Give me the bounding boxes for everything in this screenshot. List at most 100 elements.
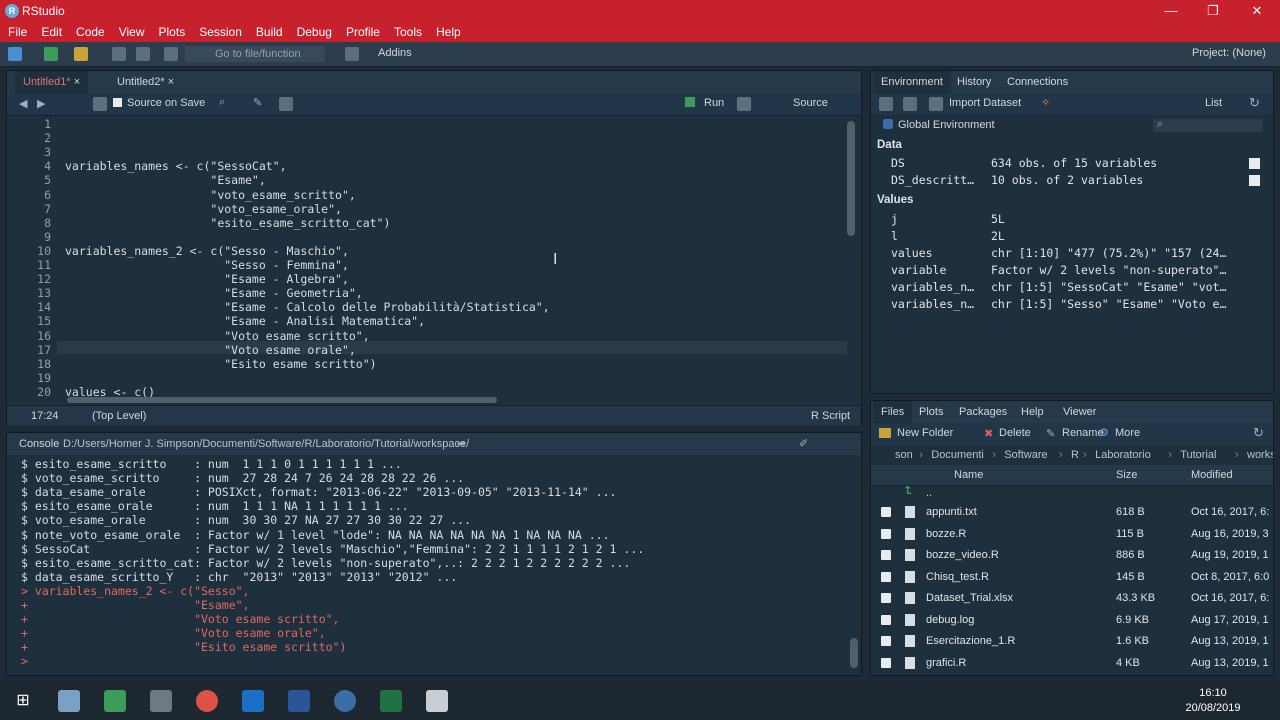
file-row[interactable]: bozze_video.R 886 B Aug 19, 2019, 1 bbox=[871, 545, 1271, 566]
code-line[interactable]: "esito_esame_scritto_cat") bbox=[65, 216, 390, 230]
value-object-row[interactable]: l 2L bbox=[877, 228, 1267, 245]
breadcrumb-segment[interactable]: R bbox=[1071, 445, 1079, 465]
scope-level[interactable]: (Top Level) bbox=[92, 410, 146, 422]
file-name[interactable]: Chisq_test.R bbox=[926, 567, 989, 588]
view-grid-icon[interactable] bbox=[1249, 158, 1260, 169]
value-object-row[interactable]: variables_n… chr [1:5] "Sesso" "Esame" "V… bbox=[877, 296, 1267, 313]
clock-date[interactable]: 20/08/2019 bbox=[1180, 702, 1246, 714]
word-icon[interactable] bbox=[288, 690, 310, 712]
file-row[interactable]: Esercitazione_1.R 1.6 KB Aug 13, 2019, 1 bbox=[871, 631, 1271, 652]
refresh-icon[interactable]: ↻ bbox=[1253, 425, 1264, 441]
chrome-icon[interactable] bbox=[196, 690, 218, 712]
project-menu[interactable]: Project: (None) bbox=[1192, 47, 1266, 59]
rename-button[interactable]: Rename bbox=[1062, 427, 1104, 439]
value-object-row[interactable]: variables_n… chr [1:5] "SessoCat" "Esame"… bbox=[877, 279, 1267, 296]
value-object-row[interactable]: variable Factor w/ 2 levels "non-superato… bbox=[877, 262, 1267, 279]
view-grid-icon[interactable] bbox=[1249, 175, 1260, 186]
file-type[interactable]: R Script bbox=[811, 410, 850, 422]
data-object-row[interactable]: DS 634 obs. of 15 variables bbox=[877, 155, 1267, 172]
data-object-row[interactable]: DS_descritt… 10 obs. of 2 variables bbox=[877, 172, 1267, 189]
menu-help[interactable]: Help bbox=[429, 22, 468, 42]
breadcrumb-segment[interactable]: Tutorial bbox=[1180, 445, 1216, 465]
file-row[interactable]: debug.log 6.9 KB Aug 17, 2019, 1 bbox=[871, 610, 1271, 631]
code-line[interactable]: "Sesso - Femmina", bbox=[65, 258, 349, 272]
breadcrumb-segment[interactable]: son bbox=[895, 445, 913, 465]
close-icon[interactable]: × bbox=[168, 76, 174, 88]
editor-horizontal-scrollbar[interactable] bbox=[67, 397, 497, 403]
save-icon[interactable] bbox=[93, 97, 107, 111]
search-icon[interactable]: ⌕ bbox=[219, 96, 225, 109]
calculator-icon[interactable] bbox=[150, 690, 172, 712]
open-file-icon[interactable] bbox=[74, 47, 88, 61]
menu-build[interactable]: Build bbox=[249, 22, 290, 42]
menu-view[interactable]: View bbox=[112, 22, 152, 42]
tab-untitled1[interactable]: Untitled1* × bbox=[15, 71, 89, 93]
file-checkbox[interactable] bbox=[881, 636, 891, 646]
broom-icon[interactable]: ✧ bbox=[1041, 96, 1050, 109]
refresh-icon[interactable]: ↻ bbox=[1249, 95, 1260, 111]
app-icon[interactable] bbox=[58, 690, 80, 712]
list-view-button[interactable]: List bbox=[1205, 97, 1222, 109]
up-arrow-icon[interactable]: ⮤ bbox=[905, 485, 912, 498]
menu-tools[interactable]: Tools bbox=[387, 22, 429, 42]
menu-session[interactable]: Session bbox=[192, 22, 249, 42]
file-row[interactable]: Dataset_Trial.xlsx 43.3 KB Oct 16, 2017, 6… bbox=[871, 588, 1271, 609]
tab-environment[interactable]: Environment bbox=[873, 71, 951, 93]
file-checkbox[interactable] bbox=[881, 614, 891, 625]
editor-vertical-scrollbar[interactable] bbox=[847, 121, 855, 236]
column-modified[interactable]: Modified bbox=[1191, 465, 1233, 485]
file-checkbox[interactable] bbox=[881, 507, 891, 517]
environment-scope-select[interactable]: Global Environment bbox=[898, 119, 995, 131]
code-line[interactable]: variables_names_2 <- c("Sesso - Maschio"… bbox=[65, 244, 349, 258]
compile-report-icon[interactable] bbox=[279, 97, 293, 111]
file-row[interactable]: bozze.R 115 B Aug 16, 2019, 3: bbox=[871, 524, 1271, 545]
source-on-save-checkbox[interactable] bbox=[113, 98, 122, 107]
delete-button[interactable]: Delete bbox=[999, 427, 1031, 439]
restore-button[interactable]: ❐ bbox=[1198, 2, 1228, 20]
file-checkbox[interactable] bbox=[881, 571, 891, 582]
save-icon[interactable] bbox=[112, 47, 126, 61]
load-workspace-icon[interactable] bbox=[879, 97, 893, 111]
file-name[interactable]: grafici.R bbox=[926, 653, 966, 674]
file-name[interactable]: appunti.txt bbox=[926, 502, 977, 523]
code-line[interactable]: "Esito esame scritto") bbox=[65, 357, 376, 371]
file-name[interactable]: Esercitazione_1.R bbox=[926, 631, 1015, 652]
tab-packages[interactable]: Packages bbox=[951, 401, 1015, 423]
goto-directory-icon[interactable]: ➦ bbox=[457, 437, 466, 450]
code-line[interactable]: "Esame - Calcolo delle Probabilità/Stati… bbox=[65, 300, 549, 314]
breadcrumb-segment[interactable]: Documenti bbox=[931, 445, 984, 465]
addins-menu[interactable]: Addins bbox=[378, 47, 412, 59]
tab-history[interactable]: History bbox=[949, 71, 999, 93]
column-size[interactable]: Size bbox=[1116, 465, 1137, 485]
code-line[interactable]: "voto_esame_scritto", bbox=[65, 188, 355, 202]
workspace-panes-icon[interactable] bbox=[345, 47, 359, 61]
code-line[interactable]: "Esame - Analisi Matematica", bbox=[65, 314, 425, 328]
menu-edit[interactable]: Edit bbox=[34, 22, 69, 42]
menu-profile[interactable]: Profile bbox=[339, 22, 387, 42]
file-name[interactable]: bozze_video.R bbox=[926, 545, 999, 566]
import-dataset-button[interactable]: Import Dataset bbox=[949, 97, 1021, 109]
rerun-icon[interactable] bbox=[737, 97, 751, 111]
code-line[interactable]: "Esame - Algebra", bbox=[65, 272, 349, 286]
source-button[interactable]: Source bbox=[793, 97, 828, 109]
app-icon[interactable] bbox=[242, 690, 264, 712]
file-checkbox[interactable] bbox=[881, 550, 891, 560]
file-checkbox[interactable] bbox=[881, 593, 891, 603]
file-row[interactable]: Chisq_test.R 145 B Oct 8, 2017, 6:0 bbox=[871, 567, 1271, 588]
menu-debug[interactable]: Debug bbox=[290, 22, 339, 42]
menu-file[interactable]: File bbox=[0, 22, 34, 42]
console-output[interactable]: $ esito_esame_scritto : num 1 1 1 0 1 1 … bbox=[7, 457, 847, 673]
file-row[interactable]: grafici.R 4 KB Aug 13, 2019, 1 bbox=[871, 653, 1271, 674]
parent-directory-link[interactable]: .. bbox=[926, 487, 932, 499]
close-button[interactable]: ✕ bbox=[1242, 2, 1272, 20]
more-button[interactable]: More bbox=[1115, 427, 1140, 439]
code-line[interactable]: "Esame", bbox=[65, 173, 265, 187]
menu-plots[interactable]: Plots bbox=[152, 22, 193, 42]
notepad-icon[interactable] bbox=[104, 690, 126, 712]
code-editor[interactable]: 1 2 3 4 variables_names <- c("SessoCat", 5 "E… bbox=[7, 117, 843, 401]
environment-search-input[interactable] bbox=[1153, 119, 1263, 132]
file-name[interactable]: debug.log bbox=[926, 610, 974, 631]
print-icon[interactable] bbox=[164, 47, 178, 61]
back-arrow-icon[interactable]: ◀ bbox=[19, 97, 27, 110]
file-name[interactable]: bozze.R bbox=[926, 524, 966, 545]
